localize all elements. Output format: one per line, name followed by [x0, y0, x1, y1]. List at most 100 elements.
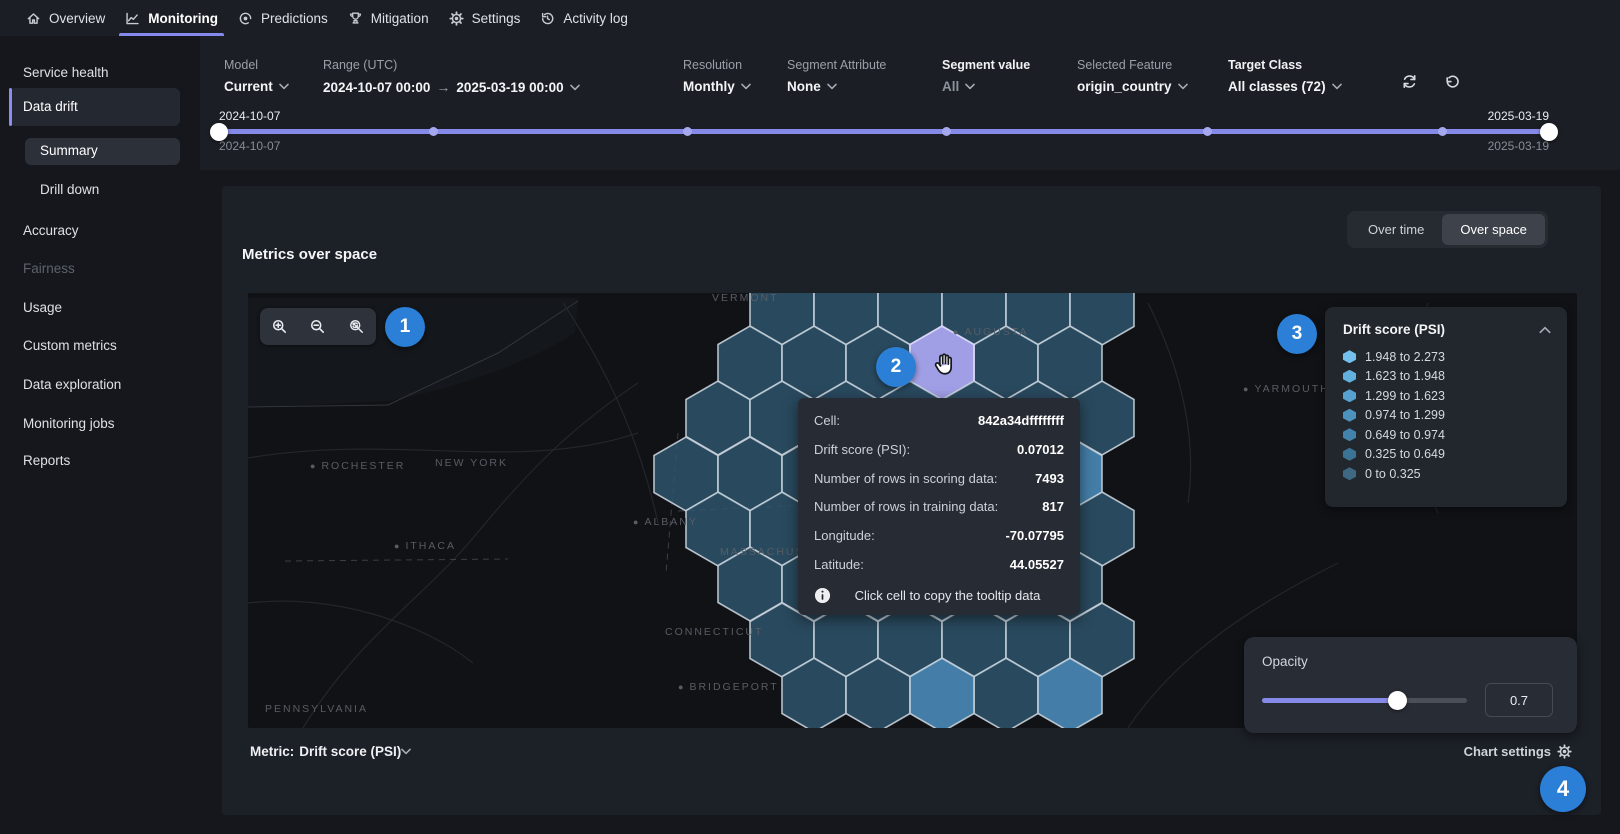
legend-item-label: 0 to 0.325 [1365, 467, 1421, 481]
legend-item-label: 0.325 to 0.649 [1365, 447, 1445, 461]
refresh-icon[interactable] [1399, 71, 1419, 91]
sidebar-item-summary[interactable]: Summary [40, 141, 98, 161]
metric-value: Drift score (PSI) [299, 744, 401, 759]
zoom-in-icon[interactable] [267, 315, 291, 339]
filter-model[interactable]: ModelCurrent [224, 58, 289, 94]
timeline-end-label: 2025-03-19 [1488, 109, 1549, 123]
sidebar-item-custom-metrics[interactable]: Custom metrics [23, 336, 117, 356]
sidebar-item-accuracy[interactable]: Accuracy [23, 221, 79, 241]
metric-selector[interactable]: Metric: Drift score (PSI) [250, 744, 411, 759]
filter-range[interactable]: Range (UTC)2024-10-07 00:00→2025-03-19 0… [323, 58, 580, 95]
tooltip-row-value: 842a34dffffffff [978, 413, 1064, 428]
gear-icon [1557, 744, 1572, 759]
tooltip-row-value: -70.07795 [1005, 528, 1064, 543]
hand-cursor-icon [931, 351, 957, 377]
legend-item-label: 1.299 to 1.623 [1365, 389, 1445, 403]
tooltip-row: Number of rows in scoring data:7493 [814, 464, 1064, 493]
filter-value[interactable]: None [787, 79, 886, 94]
timeline-slider[interactable] [219, 129, 1549, 134]
chevron-up-icon[interactable] [1539, 326, 1551, 334]
tooltip-row: Latitude:44.05527 [814, 550, 1064, 579]
zoom-out-icon[interactable] [306, 315, 330, 339]
toggle-over-space[interactable]: Over space [1442, 214, 1544, 245]
sidebar-item-data-exploration[interactable]: Data exploration [23, 375, 121, 395]
place-name: AUGUSTA [964, 326, 1028, 338]
nav-item-mitigation[interactable]: Mitigation [342, 0, 443, 36]
legend-item-label: 0.974 to 1.299 [1365, 408, 1445, 422]
home-icon [26, 11, 41, 26]
filter-value[interactable]: origin_country [1077, 79, 1188, 94]
predictions-icon [238, 11, 253, 26]
nav-item-monitoring[interactable]: Monitoring [119, 0, 232, 36]
place-name: YARMOUTH [1254, 383, 1329, 395]
filter-segment-attribute[interactable]: Segment AttributeNone [787, 58, 886, 94]
filter-value-text: All [942, 79, 959, 94]
sidebar-item-reports[interactable]: Reports [23, 451, 70, 471]
legend-item: 1.948 to 2.273 [1343, 347, 1551, 367]
history-icon [540, 11, 555, 26]
nav-item-predictions[interactable]: Predictions [232, 0, 342, 36]
chart-settings-label: Chart settings [1464, 744, 1551, 759]
filter-selected-feature[interactable]: Selected Featureorigin_country [1077, 58, 1188, 94]
legend-title: Drift score (PSI) [1343, 322, 1445, 337]
nav-item-overview[interactable]: Overview [20, 0, 119, 36]
nav-item-settings[interactable]: Settings [443, 0, 535, 36]
place-name: VERMONT [712, 293, 779, 304]
filter-value[interactable]: All classes (72) [1228, 79, 1342, 94]
sidebar-active-accent [9, 88, 12, 126]
filter-value[interactable]: All [942, 79, 1030, 94]
sidebar-item-data-drift[interactable]: Data drift [23, 97, 78, 117]
undo-icon[interactable] [1442, 71, 1462, 91]
sidebar-item-usage[interactable]: Usage [23, 298, 62, 318]
opacity-label: Opacity [1262, 654, 1559, 669]
place-dot: ● [953, 327, 960, 337]
map-place-label-vermont: VERMONT [712, 293, 779, 304]
filter-value-text: 2024-10-07 00:00 [323, 80, 430, 95]
nav-item-label: Settings [472, 11, 521, 26]
sidebar-item-drill-down[interactable]: Drill down [40, 180, 99, 200]
sidebar-item-monitoring-jobs[interactable]: Monitoring jobs [23, 414, 115, 434]
filter-label: Segment value [942, 58, 1030, 72]
opacity-value-field[interactable]: 0.7 [1485, 683, 1553, 717]
timeline-start-sublabel: 2024-10-07 [219, 139, 280, 153]
legend-swatch [1343, 467, 1356, 480]
nav-item-activity-log[interactable]: Activity log [534, 0, 642, 36]
map-place-label-new-york: NEW YORK [435, 457, 508, 469]
place-name: PENNSYLVANIA [265, 703, 368, 715]
map-place-label-albany: ●ALBANY [633, 516, 698, 528]
tooltip-footer-text: Click cell to copy the tooltip data [831, 588, 1064, 603]
timeline-start-label: 2024-10-07 [219, 109, 280, 123]
legend-swatch [1343, 389, 1356, 402]
opacity-slider-thumb[interactable] [1388, 691, 1407, 710]
chevron-down-icon [1178, 83, 1188, 90]
place-name: NEW YORK [435, 457, 508, 469]
timeline-handle-start[interactable] [210, 123, 228, 141]
filter-segment-value[interactable]: Segment value All [942, 58, 1030, 94]
legend-item-label: 1.623 to 1.948 [1365, 369, 1445, 383]
sidebar-item-service-health[interactable]: Service health [23, 63, 109, 83]
filter-value[interactable]: Current [224, 79, 289, 94]
legend-item: 1.623 to 1.948 [1343, 367, 1551, 387]
tooltip-row: Drift score (PSI):0.07012 [814, 435, 1064, 464]
annotation-badge-2: 2 [876, 347, 916, 387]
app-window: Overview MonitoringPredictionsMitigation S… [0, 0, 1620, 834]
zoom-reset-icon[interactable] [345, 315, 369, 339]
opacity-slider[interactable] [1262, 698, 1467, 703]
place-dot: ● [1243, 384, 1250, 394]
timeline-handle-end[interactable] [1540, 123, 1558, 141]
filter-resolution[interactable]: ResolutionMonthly [683, 58, 751, 94]
tooltip-row-label: Drift score (PSI): [814, 442, 910, 457]
map-zoom-controls [260, 308, 376, 345]
legend-items: 1.948 to 2.273 1.623 to 1.948 1.299 to 1.6… [1343, 347, 1551, 484]
cell-tooltip: Cell:842a34dffffffffDrift score (PSI):0.… [798, 398, 1080, 615]
filter-value[interactable]: 2024-10-07 00:00→2025-03-19 00:00 [323, 79, 580, 95]
filter-value-text: Current [224, 79, 273, 94]
nav-item-label: Overview [49, 11, 105, 26]
place-name: BRIDGEPORT [689, 681, 778, 693]
timeline-dot [683, 127, 692, 136]
filter-value[interactable]: Monthly [683, 79, 751, 94]
annotation-badge-3: 3 [1277, 314, 1317, 354]
filter-target-class[interactable]: Target ClassAll classes (72) [1228, 58, 1342, 94]
chart-settings-button[interactable]: Chart settings [1464, 744, 1572, 759]
toggle-over-time[interactable]: Over time [1350, 214, 1442, 245]
